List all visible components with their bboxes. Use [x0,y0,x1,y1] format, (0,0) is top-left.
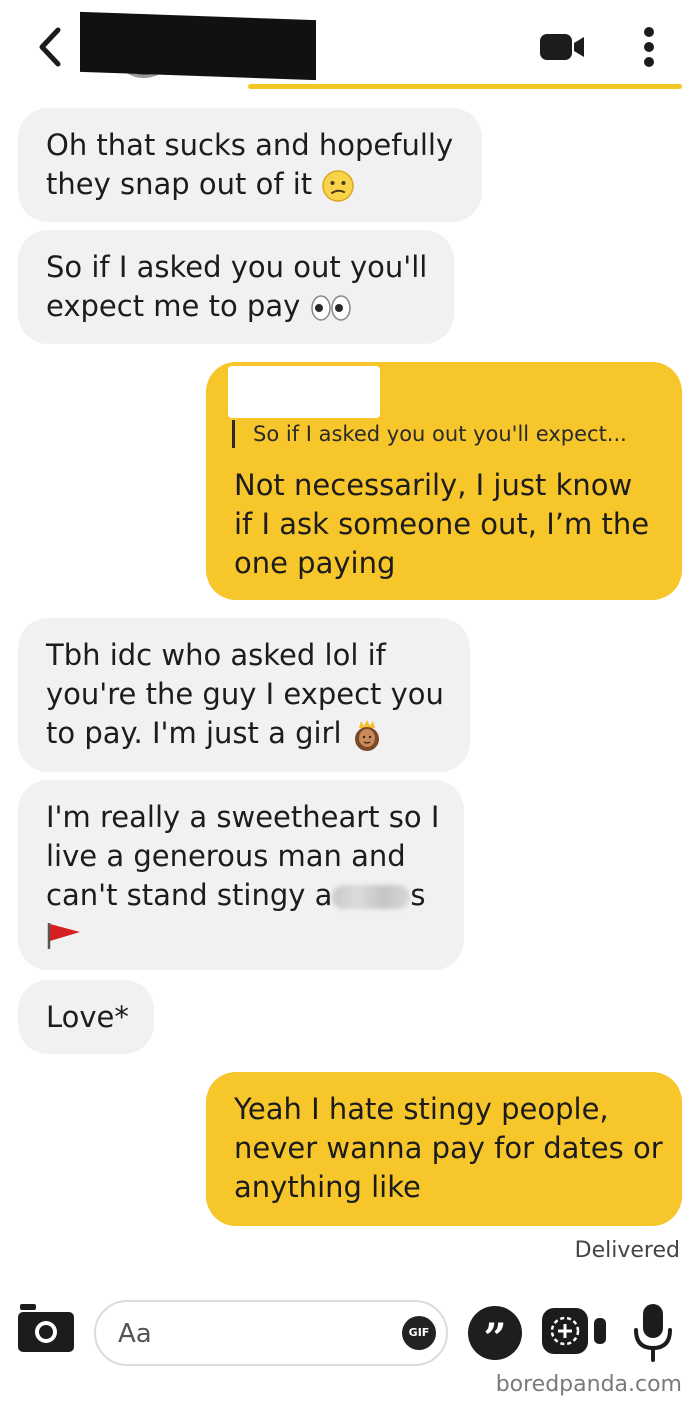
gif-button[interactable]: GIF [402,1316,436,1350]
message-line: never wanna pay for dates or [234,1131,663,1165]
message-line: one paying [234,546,396,580]
more-options-button[interactable] [636,26,662,68]
back-button[interactable] [30,24,70,70]
quote-button[interactable]: ” [468,1306,522,1362]
message-line: Not necessarily, I just know [234,468,633,502]
video-call-button[interactable] [540,32,586,62]
princess-icon [354,720,379,751]
confused-face-icon [322,170,355,202]
message-line: you're the guy I expect you [46,677,444,711]
message-input-container[interactable]: GIF [94,1300,448,1366]
sticker-button[interactable] [540,1306,610,1356]
message-input[interactable] [118,1314,388,1354]
message-line: s [410,878,426,912]
message-line: So if I asked you out you'll [46,250,428,284]
message-line: I'm really a sweetheart so I [46,800,440,834]
redacted-reply-header [228,366,380,418]
message-line: Tbh idc who asked lol if [46,638,386,672]
message-line: if I ask someone out, I’m the [234,507,650,541]
reply-quote[interactable]: So if I asked you out you'll expect... [232,420,627,448]
delivered-status: Delivered [574,1238,680,1263]
message-received[interactable]: Love* [18,980,154,1054]
message-received[interactable]: Oh that sucks and hopefully they snap ou… [18,108,482,222]
header-accent-line [248,84,682,89]
more-vertical-icon [644,27,654,67]
sticker-icon [542,1308,606,1354]
redacted-name [80,11,316,81]
message-sent[interactable]: Yeah I hate stingy people, never wanna p… [206,1072,682,1226]
video-camera-icon [540,34,584,60]
message-line: they snap out of it [46,167,313,201]
chevron-left-icon [39,27,61,67]
blurred-word [332,885,411,909]
message-line: to pay. I'm just a girl [46,716,342,750]
message-received[interactable]: I'm really a sweetheart so I live a gene… [18,780,464,970]
camera-button[interactable] [18,1304,74,1352]
message-line: expect me to pay [46,289,301,323]
message-line: live a generous man and [46,839,406,873]
message-line: anything like [234,1170,421,1204]
message-line: Love* [46,1000,129,1034]
message-line: can't stand stingy a [46,878,333,912]
microphone-button[interactable] [632,1302,674,1362]
message-line: Oh that sucks and hopefully [46,128,454,162]
red-flag-icon [47,923,80,949]
eyes-icon [311,295,352,321]
watermark: boredpanda.com [495,1372,682,1397]
camera-icon [18,1304,74,1352]
microphone-icon [634,1304,672,1362]
message-received[interactable]: So if I asked you out you'll expect me t… [18,230,454,344]
message-line: Yeah I hate stingy people, [234,1092,609,1126]
message-received[interactable]: Tbh idc who asked lol if you're the guy … [18,618,470,772]
chat-header [0,0,700,92]
